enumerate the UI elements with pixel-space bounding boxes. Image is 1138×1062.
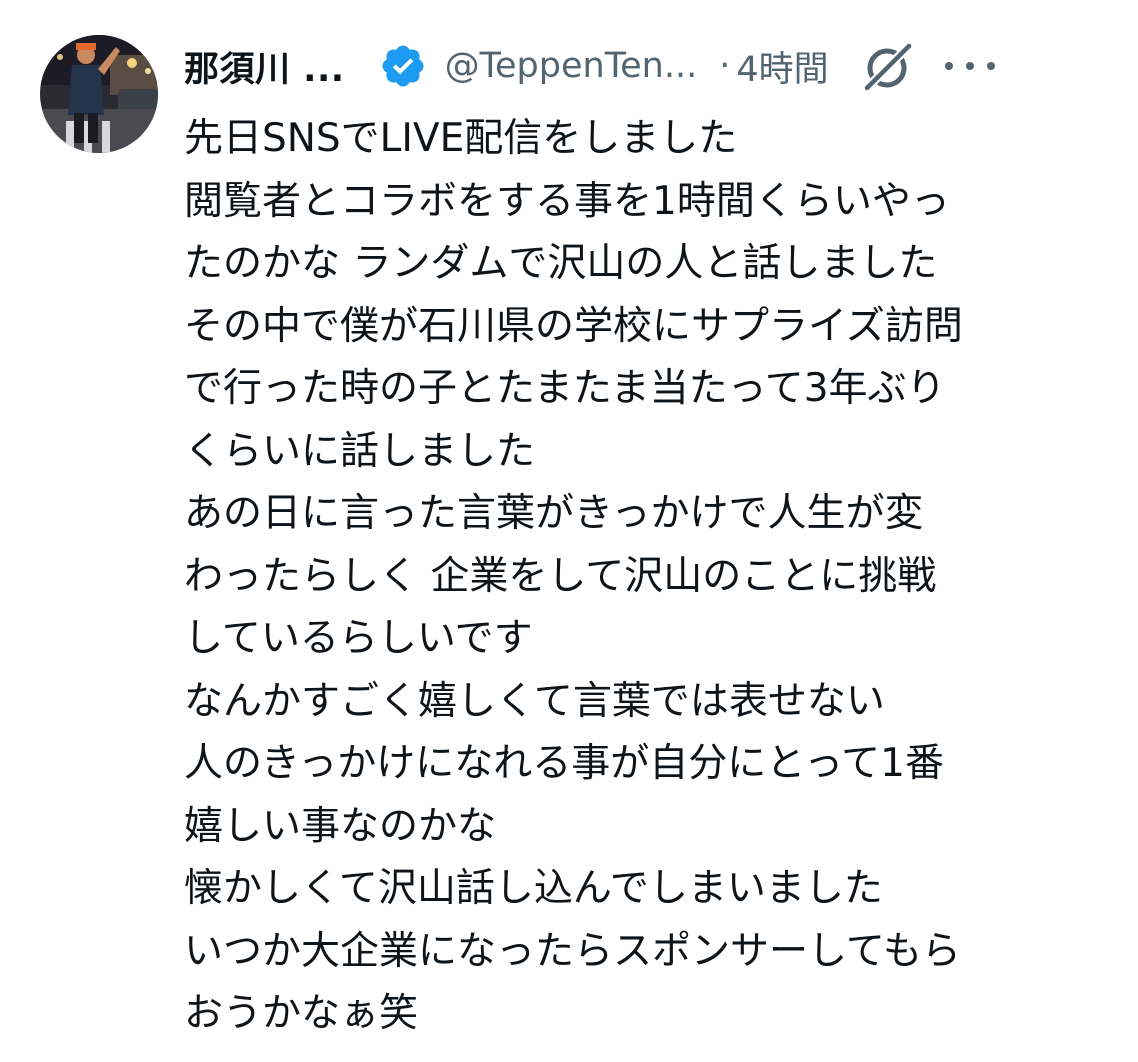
tweet-text-line: で行った時の子とたまたま当たって3年ぶり [184,366,946,411]
tweet-text-line: あの日に言った言葉がきっかけで人生が変 [184,491,924,536]
separator-dot: · [719,46,731,86]
tweet[interactable]: 那須川 ... @TeppenTen... · 4時間 先日SNSでLIVE配信… [0,0,1138,1062]
tweet-text-line: 人のきっかけになれる事が自分にとって1番 [184,741,944,786]
avatar[interactable] [40,35,158,153]
tweet-timestamp[interactable]: 4時間 [736,41,828,92]
grok-icon[interactable] [859,38,915,94]
author-name[interactable]: 那須川 ... [184,41,345,92]
tweet-text-line: わったらしく 企業をして沢山のことに挑戦 [184,553,937,599]
tweet-text-line: くらいに話しました [184,428,536,474]
tweet-text-line: しているらしいです [184,616,533,661]
tweet-text-line: なんかすごく嬉しくて言葉では表せない [184,678,885,724]
tweet-text-line: たのかな ランダムで沢山の人と話しました [184,241,938,286]
tweet-text-line: いつか大企業になったらスポンサーしてもら [184,928,961,974]
tweet-text-line: 先日SNSでLIVE配信をしました [184,116,738,161]
more-dot [965,62,974,70]
tweet-text-line: 懐かしくて沢山話し込んでしまいました [184,866,883,911]
author-handle[interactable]: @TeppenTen... [445,46,698,86]
tweet-header: 那須川 ... @TeppenTen... · 4時間 [184,38,1098,94]
tweet-text-line: 閲覧者とコラボをする事を1時間くらいやっ [184,178,950,224]
more-dot [944,62,953,70]
verified-badge-icon[interactable] [379,42,427,90]
tweet-text-line: おうかなぁ笑 [184,991,419,1036]
more-options-icon[interactable] [944,56,995,76]
more-dot [986,62,995,70]
tweet-text: 先日SNSでLIVE配信をしました 閲覧者とコラボをする事を1時間くらいやっ た… [184,108,1104,1046]
tweet-text-line: 嬉しい事なのかな [184,803,497,849]
tweet-text-line: その中で僕が石川県の学校にサプライズ訪問 [184,303,963,349]
